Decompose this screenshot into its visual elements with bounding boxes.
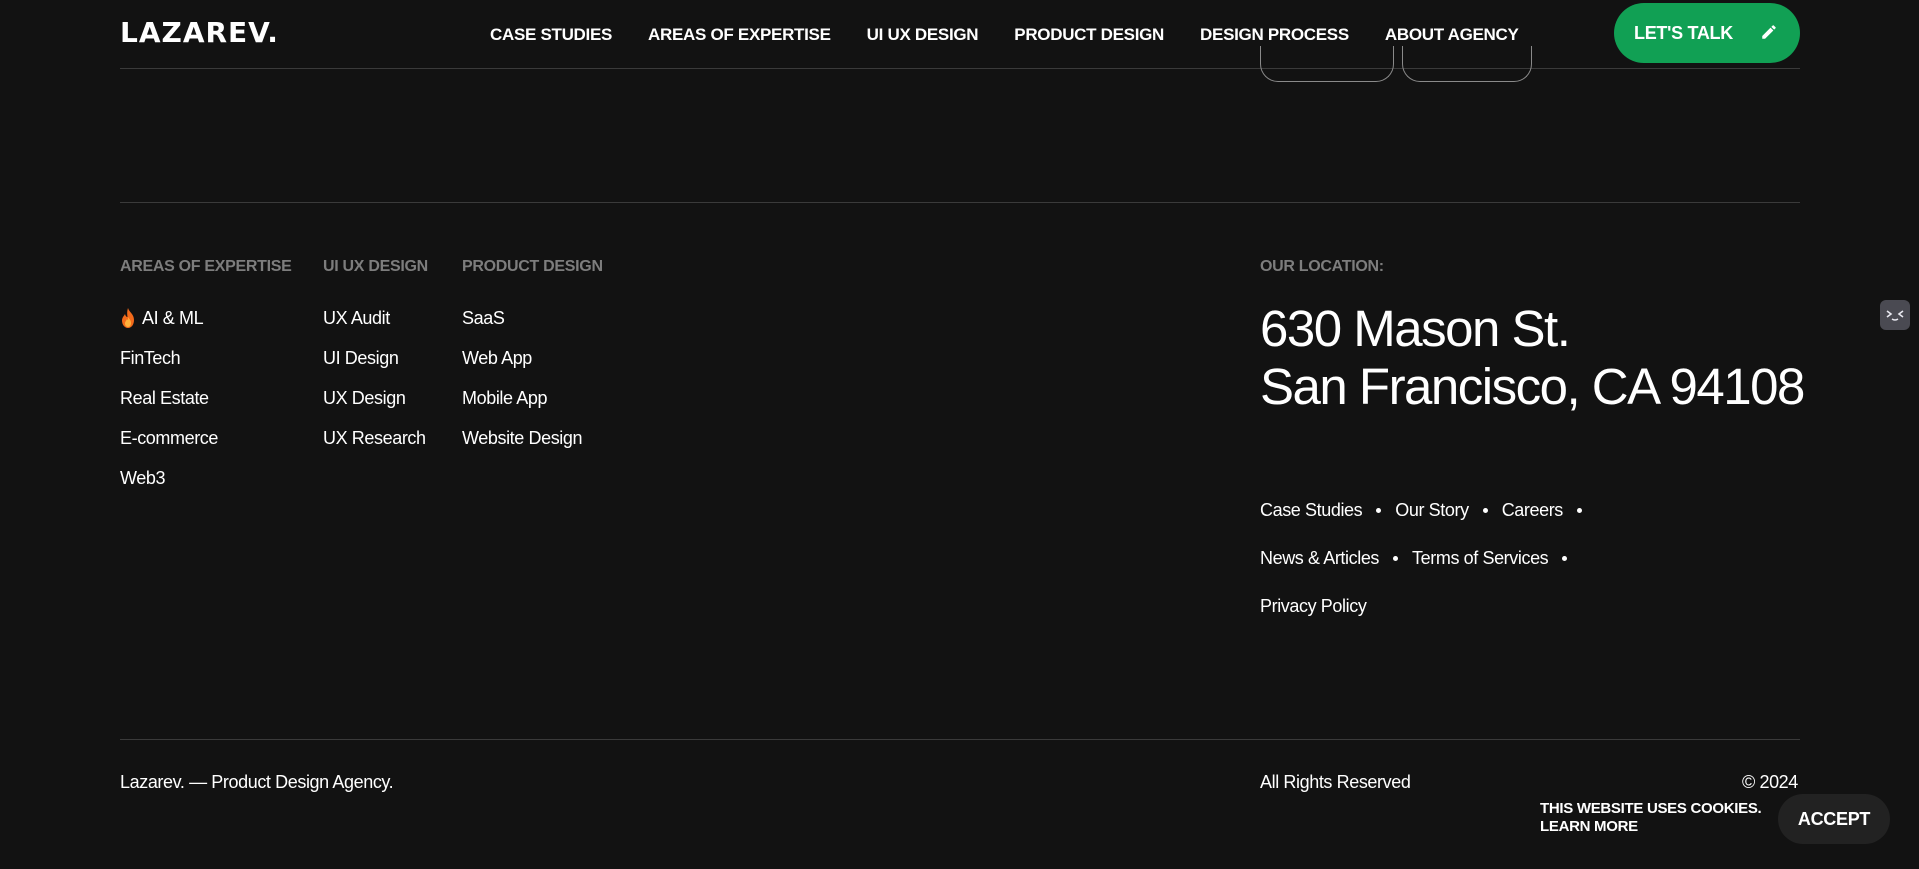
list-item-ux-research[interactable]: UX Research (323, 428, 426, 468)
rights-text: All Rights Reserved (1260, 772, 1411, 792)
separator-dot (1482, 508, 1488, 513)
address-line-1: 630 Mason St. (1260, 300, 1571, 357)
footer-links-row-2: News & Articles Terms of Services (1260, 548, 1581, 569)
bottom-divider (120, 739, 1800, 740)
link-privacy-policy[interactable]: Privacy Policy (1260, 596, 1367, 617)
list-item-fintech[interactable]: FinTech (120, 348, 218, 388)
link-careers[interactable]: Careers (1502, 500, 1564, 521)
column-title-areas: AREAS OF EXPERTISE (120, 258, 292, 275)
chat-widget-glyph (1886, 310, 1904, 321)
link-our-story[interactable]: Our Story (1395, 500, 1469, 521)
list-item-ux-audit[interactable]: UX Audit (323, 308, 426, 348)
list-item-saas[interactable]: SaaS (462, 308, 582, 348)
cookie-message: THIS WEBSITE USES COOKIES. (1540, 800, 1762, 817)
nav-areas-of-expertise[interactable]: AREAS OF EXPERTISE (648, 24, 831, 46)
address-line-2: San Francisco, CA 94108 (1260, 358, 1805, 415)
list-item-real-estate[interactable]: Real Estate (120, 388, 218, 428)
separator-dot (1376, 508, 1382, 513)
header-divider (120, 68, 1800, 69)
list-item-ui-design[interactable]: UI Design (323, 348, 426, 388)
nav-design-process[interactable]: DESIGN PROCESS (1200, 24, 1349, 46)
separator-dot (1562, 556, 1568, 561)
areas-list: AI & ML FinTech Real Estate E-commerce W… (120, 308, 218, 508)
product-list: SaaS Web App Mobile App Website Design (462, 308, 583, 468)
nav-ui-ux-design[interactable]: UI UX DESIGN (867, 24, 979, 46)
flame-icon (122, 308, 134, 328)
pencil-icon (1762, 25, 1776, 39)
list-item-ecommerce[interactable]: E-commerce (120, 428, 218, 468)
logo[interactable]: LAZAREV. (120, 16, 279, 50)
column-title-product: PRODUCT DESIGN (462, 258, 603, 275)
partial-pill-button[interactable] (1402, 46, 1532, 82)
list-item-mobile-app[interactable]: Mobile App (462, 388, 582, 428)
list-item-ai-ml[interactable]: AI & ML (120, 308, 218, 348)
location-label: OUR LOCATION: (1260, 258, 1384, 275)
footer-links-row-1: Case Studies Our Story Careers (1260, 500, 1596, 521)
agency-tagline: Lazarev. — Product Design Agency. (120, 772, 394, 792)
list-item-label: AI & ML (142, 308, 204, 328)
ui-ux-list: UX Audit UI Design UX Design UX Research (323, 308, 426, 468)
lets-talk-label: LET'S TALK (1634, 22, 1733, 43)
partial-pill-button[interactable] (1260, 46, 1394, 82)
footer-links-row-3: Privacy Policy (1260, 596, 1367, 617)
link-case-studies[interactable]: Case Studies (1260, 500, 1363, 521)
list-item-ux-design[interactable]: UX Design (323, 388, 426, 428)
nav-product-design[interactable]: PRODUCT DESIGN (1014, 24, 1164, 46)
nav-about-agency[interactable]: ABOUT AGENCY (1385, 24, 1519, 46)
learn-more-link[interactable]: LEARN MORE (1540, 818, 1761, 836)
list-item-web3[interactable]: Web3 (120, 468, 218, 508)
copyright-text: © 2024 (1742, 772, 1798, 792)
separator-dot (1576, 508, 1582, 513)
link-news-articles[interactable]: News & Articles (1260, 548, 1379, 569)
chat-widget-icon[interactable] (1880, 300, 1910, 330)
address: 630 Mason St. San Francisco, CA 94108 (1260, 300, 1805, 416)
separator-dot (1393, 556, 1399, 561)
column-title-ui-ux: UI UX DESIGN (323, 258, 428, 275)
cookie-notice: THIS WEBSITE USES COOKIES. LEARN MORE (1540, 800, 1762, 836)
main-nav: CASE STUDIES AREAS OF EXPERTISE UI UX DE… (490, 24, 1555, 46)
accept-cookies-button[interactable]: ACCEPT (1778, 794, 1890, 844)
list-item-web-app[interactable]: Web App (462, 348, 582, 388)
link-terms-of-services[interactable]: Terms of Services (1412, 548, 1549, 569)
lets-talk-button[interactable]: LET'S TALK (1614, 3, 1800, 63)
list-item-website-design[interactable]: Website Design (462, 428, 583, 468)
nav-case-studies[interactable]: CASE STUDIES (490, 24, 612, 46)
section-divider (120, 202, 1800, 203)
